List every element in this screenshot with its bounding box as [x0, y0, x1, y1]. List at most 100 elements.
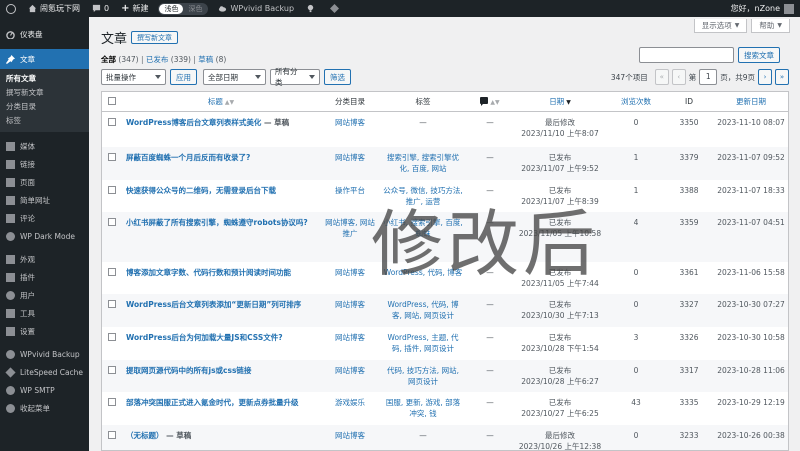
view-published[interactable]: 已发布 [146, 55, 169, 64]
first-page-button[interactable]: « [654, 69, 669, 85]
next-page-button[interactable]: › [758, 69, 772, 85]
row-category[interactable]: 游戏娱乐 [320, 392, 380, 425]
search-input[interactable] [639, 47, 734, 63]
submenu-tags[interactable]: 标签 [0, 114, 89, 128]
row-category[interactable]: 网站博客 [320, 425, 380, 450]
row-category[interactable]: 网站博客 [320, 360, 380, 392]
row-tags[interactable]: WordPress, 主题, 代码, 插件, 网页设计 [380, 327, 466, 360]
table-row[interactable]: 提取网页源代码中的所有js或css链接 网站博客 代码, 技巧方法, 网站, 网页设… [102, 360, 788, 392]
row-checkbox[interactable] [108, 398, 116, 406]
menu-litespeed[interactable]: LiteSpeed Cache [0, 363, 89, 381]
row-category[interactable]: 网站博客 [320, 111, 380, 147]
wpvivid-backup-menu[interactable]: WPvivid Backup [212, 0, 300, 17]
column-date[interactable]: 日期 ▼ [514, 92, 606, 112]
row-category[interactable]: 网站博客, 网站推广 [320, 212, 380, 262]
my-account-menu[interactable]: 您好，nZone [725, 0, 800, 17]
screen-options-button[interactable]: 显示选项 ▼ [693, 19, 748, 33]
view-all[interactable]: 全部 [101, 55, 116, 64]
row-checkbox[interactable] [108, 333, 116, 341]
menu-media[interactable]: 媒体 [0, 137, 89, 155]
row-category[interactable]: 网站博客 [320, 294, 380, 327]
post-title-link[interactable]: 部落冲突国服正式进入氪金时代，更新点券批量升级 [126, 398, 299, 407]
post-title-link[interactable]: 博客添加文章字数、代码行数和预计阅读时间功能 [126, 268, 291, 277]
post-title-link[interactable]: 屏蔽百度蜘蛛一个月后反而有收录了? [126, 153, 250, 162]
post-title-link[interactable]: WordPress后台为何加载大量JS和CSS文件? [126, 333, 283, 342]
submenu-all-posts[interactable]: 所有文章 [0, 72, 89, 86]
row-checkbox[interactable] [108, 218, 116, 226]
menu-collapse[interactable]: 收起菜单 [0, 399, 89, 417]
row-category[interactable]: 网站博客 [320, 147, 380, 180]
post-title-link[interactable]: WordPress博客后台文章列表样式美化 [126, 118, 261, 127]
last-page-button[interactable]: » [775, 69, 789, 85]
litespeed-menu[interactable] [324, 0, 348, 17]
table-row[interactable]: 屏蔽百度蜘蛛一个月后反而有收录了? 网站博客 搜索引擎, 搜索引擎优化, 百度, 网… [102, 147, 788, 180]
light-mode-option[interactable]: 浅色 [159, 3, 184, 14]
column-comments[interactable]: ▲▼ [466, 92, 514, 112]
menu-settings[interactable]: 设置 [0, 322, 89, 340]
table-row[interactable]: 小红书屏蔽了所有搜索引擎，蜘蛛遵守robots协议吗? 网站博客, 网站推广 小红书… [102, 212, 788, 262]
menu-plugins[interactable]: 插件 [0, 268, 89, 286]
menu-users[interactable]: 用户 [0, 286, 89, 304]
row-tags[interactable]: WordPress, 代码, 博客 [380, 262, 466, 294]
row-checkbox[interactable] [108, 300, 116, 308]
row-category[interactable]: 网站博客 [320, 262, 380, 294]
table-row[interactable]: WordPress后台为何加载大量JS和CSS文件? 网站博客 WordPress,… [102, 327, 788, 360]
help-button[interactable]: 帮助 ▼ [751, 19, 790, 33]
menu-wpvivid[interactable]: WPvivid Backup [0, 345, 89, 363]
table-row[interactable]: 快速获得公众号的二维码，无需登录后台下载 操作平台 公众号, 微信, 技巧方法, 推… [102, 180, 788, 212]
menu-tools[interactable]: 工具 [0, 304, 89, 322]
post-title-link[interactable]: 小红书屏蔽了所有搜索引擎，蜘蛛遵守robots协议吗? [126, 218, 308, 227]
row-category[interactable]: 网站博客 [320, 327, 380, 360]
row-checkbox[interactable] [108, 186, 116, 194]
select-all-checkbox[interactable] [108, 96, 116, 105]
category-filter-select[interactable]: 所有分类 [270, 67, 320, 87]
post-title-link[interactable]: 提取网页源代码中的所有js或css链接 [126, 366, 251, 375]
search-posts-button[interactable]: 搜索文章 [738, 47, 780, 63]
table-row[interactable]: WordPress后台文章列表添加“更新日期”列可排序 网站博客 WordPress… [102, 294, 788, 327]
row-tags[interactable]: 国服, 更新, 游戏, 部落冲突, 钱 [380, 392, 466, 425]
menu-pages[interactable]: 页面 [0, 173, 89, 191]
row-checkbox[interactable] [108, 431, 116, 439]
post-title-link[interactable]: 快速获得公众号的二维码，无需登录后台下载 [126, 186, 276, 195]
menu-links[interactable]: 链接 [0, 155, 89, 173]
current-page-input[interactable]: 1 [699, 69, 718, 85]
menu-appearance[interactable]: 外观 [0, 250, 89, 268]
row-tags[interactable]: 代码, 技巧方法, 网站, 网页设计 [380, 360, 466, 392]
menu-short-urls[interactable]: 简单网址 [0, 191, 89, 209]
row-tags[interactable]: 小红书, 搜索引擎, 百度, 蜘蛛 [380, 212, 466, 262]
row-checkbox[interactable] [108, 153, 116, 161]
dark-mode-toggle[interactable]: 浅色 深色 [158, 2, 209, 15]
performance-menu[interactable] [300, 0, 324, 17]
filter-button[interactable]: 筛选 [324, 69, 351, 85]
site-name-menu[interactable]: 闹氪玩下网 [22, 0, 86, 17]
wp-logo-menu[interactable] [0, 0, 22, 17]
date-filter-select[interactable]: 全部日期 [203, 69, 266, 85]
comments-menu[interactable]: 0 [86, 0, 115, 17]
prev-page-button[interactable]: ‹ [671, 69, 686, 85]
post-title-link[interactable]: WordPress后台文章列表添加“更新日期”列可排序 [126, 300, 301, 309]
submenu-categories[interactable]: 分类目录 [0, 100, 89, 114]
column-modified[interactable]: 更新日期 [712, 92, 788, 112]
submenu-add-new[interactable]: 撰写新文章 [0, 86, 89, 100]
post-title-link[interactable]: （无标题） [126, 431, 164, 440]
row-category[interactable]: 操作平台 [320, 180, 380, 212]
column-title[interactable]: 标题 ▲▼ [122, 92, 320, 112]
menu-dashboard[interactable]: 仪表盘 [0, 25, 89, 43]
view-drafts[interactable]: 草稿 [198, 55, 213, 64]
bulk-action-select[interactable]: 批量操作 [101, 69, 166, 85]
new-content-menu[interactable]: + 新建 [115, 0, 154, 17]
table-row[interactable]: WordPress博客后台文章列表样式美化 — 草稿 网站博客 — — 最后修改 2023… [102, 111, 788, 147]
column-views[interactable]: 浏览次数 [606, 92, 666, 112]
apply-button[interactable]: 应用 [170, 69, 197, 85]
menu-posts[interactable]: 文章 [0, 49, 89, 69]
row-checkbox[interactable] [108, 366, 116, 374]
menu-dark-mode[interactable]: WP Dark Mode [0, 227, 89, 245]
table-row[interactable]: 部落冲突国服正式进入氪金时代，更新点券批量升级 游戏娱乐 国服, 更新, 游戏, 部… [102, 392, 788, 425]
dark-mode-option[interactable]: 深色 [183, 4, 207, 14]
add-new-post-button[interactable]: 撰写新文章 [131, 31, 179, 44]
row-tags[interactable]: 搜索引擎, 搜索引擎优化, 百度, 网站 [380, 147, 466, 180]
menu-wp-smtp[interactable]: WP SMTP [0, 381, 89, 399]
table-row[interactable]: 博客添加文章字数、代码行数和预计阅读时间功能 网站博客 WordPress, 代码,… [102, 262, 788, 294]
row-tags[interactable]: WordPress, 代码, 博客, 网站, 网页设计 [380, 294, 466, 327]
table-row[interactable]: （无标题） — 草稿 网站博客 — — 最后修改 2023/10/26 上午12:38 0 3… [102, 425, 788, 450]
